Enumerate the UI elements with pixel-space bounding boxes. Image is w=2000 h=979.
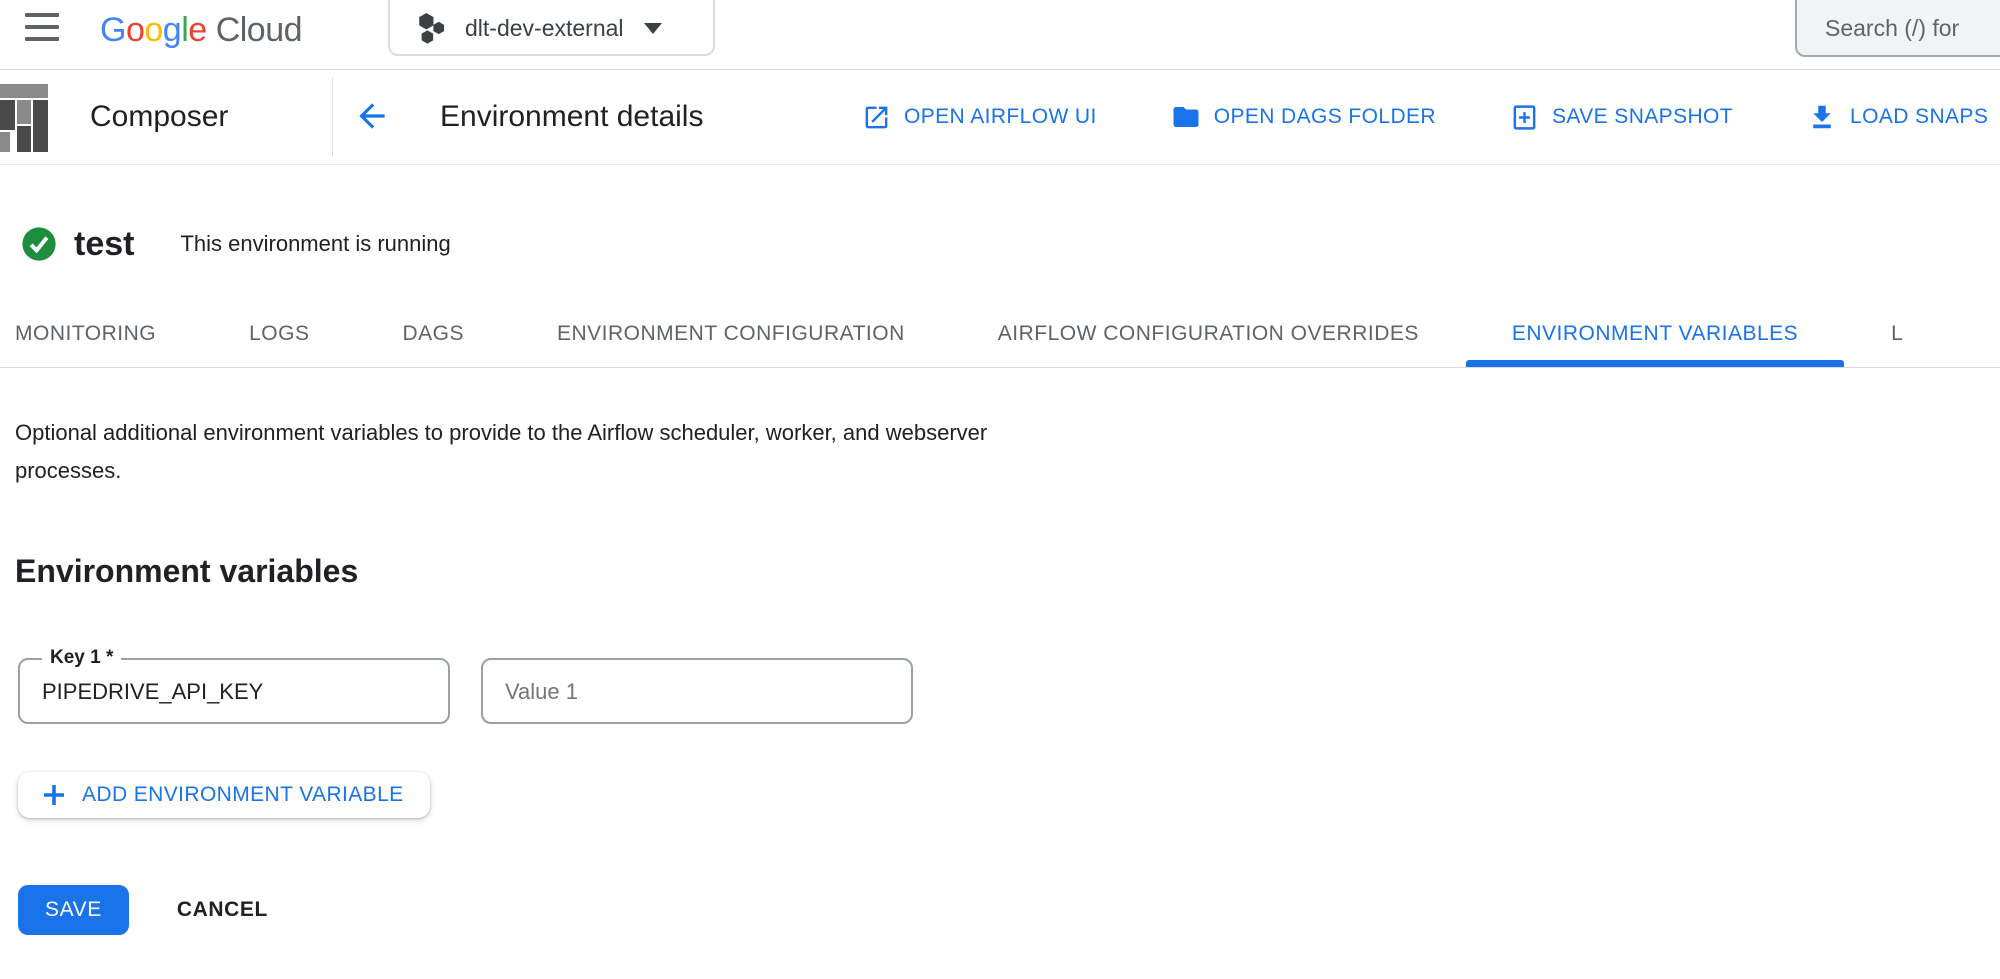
search-box <box>1795 0 2000 57</box>
tab-airflow-configuration-overrides[interactable]: AIRFLOW CONFIGURATION OVERRIDES <box>952 300 1465 367</box>
save-snapshot-button[interactable]: SAVE SNAPSHOT <box>1510 103 1733 132</box>
project-icon <box>416 12 447 45</box>
cloud-logo-text: Cloud <box>216 11 302 50</box>
arrow-back-icon <box>353 97 391 135</box>
composer-appbar: Composer Environment details OPEN AIRFLO… <box>0 70 2000 165</box>
download-icon <box>1807 102 1837 132</box>
environment-status-row: test This environment is running <box>20 222 451 266</box>
external-link-icon <box>862 103 891 132</box>
project-selector[interactable]: dlt-dev-external <box>388 0 715 56</box>
plus-icon <box>40 781 68 809</box>
key-input[interactable] <box>40 666 432 718</box>
environment-name: test <box>74 225 134 264</box>
page-title: Environment details <box>440 70 703 164</box>
google-logo-text: Google <box>100 11 207 50</box>
google-cloud-topbar: Google Cloud dlt-dev-external <box>0 0 2000 70</box>
google-cloud-logo: Google Cloud <box>100 0 302 60</box>
save-button[interactable]: SAVE <box>18 885 129 935</box>
save-snapshot-icon <box>1510 103 1539 132</box>
composer-logo-icon <box>0 82 54 154</box>
value-field <box>481 658 913 724</box>
menu-icon[interactable] <box>25 13 61 41</box>
tab-monitoring[interactable]: MONITORING <box>0 300 202 367</box>
tab-labels-clipped[interactable]: L <box>1845 300 1949 367</box>
search-input[interactable] <box>1823 4 2000 52</box>
add-environment-variable-button[interactable]: ADD ENVIRONMENT VARIABLE <box>18 772 430 818</box>
environment-tabs: MONITORING LOGS DAGS ENVIRONMENT CONFIGU… <box>0 300 2000 368</box>
product-name: Composer <box>90 70 228 164</box>
load-snapshot-button[interactable]: LOAD SNAPS <box>1807 102 1988 132</box>
environment-status-message: This environment is running <box>180 231 450 257</box>
panel-description: Optional additional environment variable… <box>15 414 1020 490</box>
open-airflow-ui-button[interactable]: OPEN AIRFLOW UI <box>862 103 1097 132</box>
variable-row: Key 1 * <box>18 658 913 724</box>
tab-logs[interactable]: LOGS <box>203 300 355 367</box>
tab-environment-variables[interactable]: ENVIRONMENT VARIABLES <box>1466 300 1844 367</box>
check-circle-icon <box>20 225 58 263</box>
key-field: Key 1 * <box>18 658 450 724</box>
tab-dags[interactable]: DAGS <box>356 300 510 367</box>
form-actions: SAVE CANCEL <box>18 885 268 935</box>
appbar-actions: OPEN AIRFLOW UI OPEN DAGS FOLDER SAVE SN… <box>862 70 1988 164</box>
back-button[interactable] <box>350 97 394 137</box>
vertical-divider <box>332 78 333 156</box>
project-name: dlt-dev-external <box>465 15 624 42</box>
tab-environment-configuration[interactable]: ENVIRONMENT CONFIGURATION <box>511 300 951 367</box>
cancel-button[interactable]: CANCEL <box>177 898 268 922</box>
composer-environment-details-page: Google Cloud dlt-dev-external Composer <box>0 0 2000 979</box>
section-heading: Environment variables <box>15 553 358 590</box>
open-dags-folder-button[interactable]: OPEN DAGS FOLDER <box>1171 102 1436 132</box>
chevron-down-icon <box>644 23 662 34</box>
value-input[interactable] <box>503 666 895 718</box>
folder-icon <box>1171 102 1201 132</box>
